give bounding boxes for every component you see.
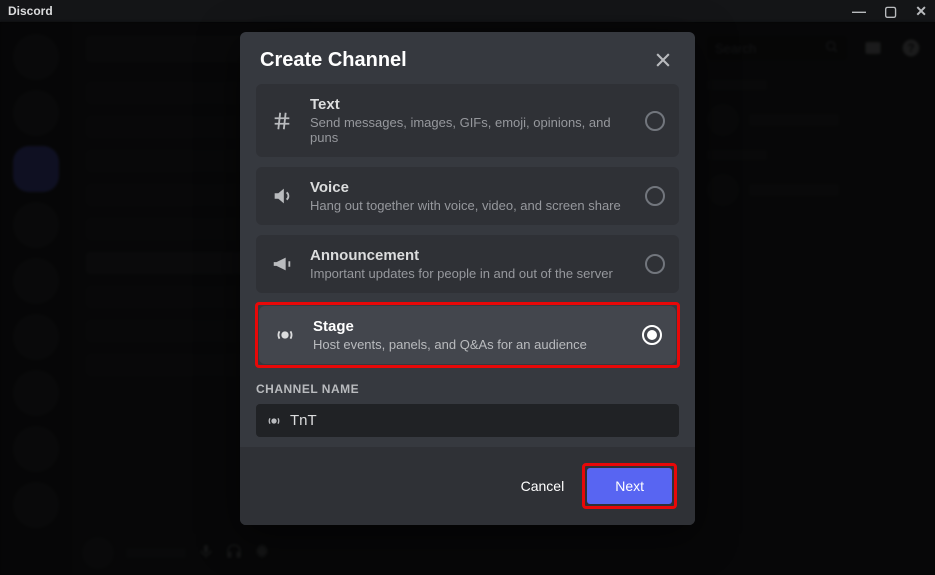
option-desc: Hang out together with voice, video, and… (310, 198, 629, 213)
option-desc: Send messages, images, GIFs, emoji, opin… (310, 115, 629, 145)
option-desc: Important updates for people in and out … (310, 266, 629, 281)
option-text: Announcement Important updates for peopl… (310, 247, 629, 281)
megaphone-icon (270, 253, 294, 275)
radio-unselected[interactable] (645, 254, 665, 274)
modal-title: Create Channel (260, 49, 407, 72)
option-text: Voice Hang out together with voice, vide… (310, 179, 629, 213)
option-title: Voice (310, 179, 629, 196)
modal-footer: Cancel Next (240, 447, 695, 525)
stage-icon (266, 413, 282, 429)
radio-unselected[interactable] (645, 111, 665, 131)
hash-icon (270, 110, 294, 132)
modal-overlay: Create Channel Text Send messages, image… (0, 22, 935, 575)
highlight-stage: Stage Host events, panels, and Q&As for … (255, 302, 680, 368)
titlebar: Discord — ▢ ✕ (0, 0, 935, 22)
channel-type-text[interactable]: Text Send messages, images, GIFs, emoji,… (256, 84, 679, 157)
channel-type-announcement[interactable]: Announcement Important updates for peopl… (256, 235, 679, 293)
highlight-next: Next (582, 463, 677, 509)
create-channel-modal: Create Channel Text Send messages, image… (240, 32, 695, 525)
option-title: Text (310, 96, 629, 113)
cancel-button[interactable]: Cancel (521, 478, 565, 494)
channel-type-stage[interactable]: Stage Host events, panels, and Q&As for … (259, 306, 676, 364)
option-title: Stage (313, 318, 626, 335)
maximize-icon[interactable]: ▢ (884, 3, 897, 20)
close-icon[interactable] (651, 48, 675, 72)
channel-name-input-wrap[interactable] (256, 404, 679, 437)
stage-icon (273, 324, 297, 346)
option-desc: Host events, panels, and Q&As for an aud… (313, 337, 626, 352)
modal-header: Create Channel (240, 32, 695, 84)
radio-selected[interactable] (642, 325, 662, 345)
speaker-icon (270, 185, 294, 207)
option-text: Text Send messages, images, GIFs, emoji,… (310, 96, 629, 145)
minimize-icon[interactable]: — (852, 3, 866, 20)
channel-name-input[interactable] (290, 412, 669, 429)
option-title: Announcement (310, 247, 629, 264)
modal-body: Text Send messages, images, GIFs, emoji,… (240, 84, 695, 447)
channel-type-voice[interactable]: Voice Hang out together with voice, vide… (256, 167, 679, 225)
window-controls: — ▢ ✕ (852, 3, 927, 20)
app-name: Discord (8, 4, 53, 18)
option-text: Stage Host events, panels, and Q&As for … (313, 318, 626, 352)
radio-unselected[interactable] (645, 186, 665, 206)
close-window-icon[interactable]: ✕ (915, 3, 927, 20)
next-button[interactable]: Next (587, 468, 672, 504)
channel-name-label: CHANNEL NAME (256, 382, 679, 396)
